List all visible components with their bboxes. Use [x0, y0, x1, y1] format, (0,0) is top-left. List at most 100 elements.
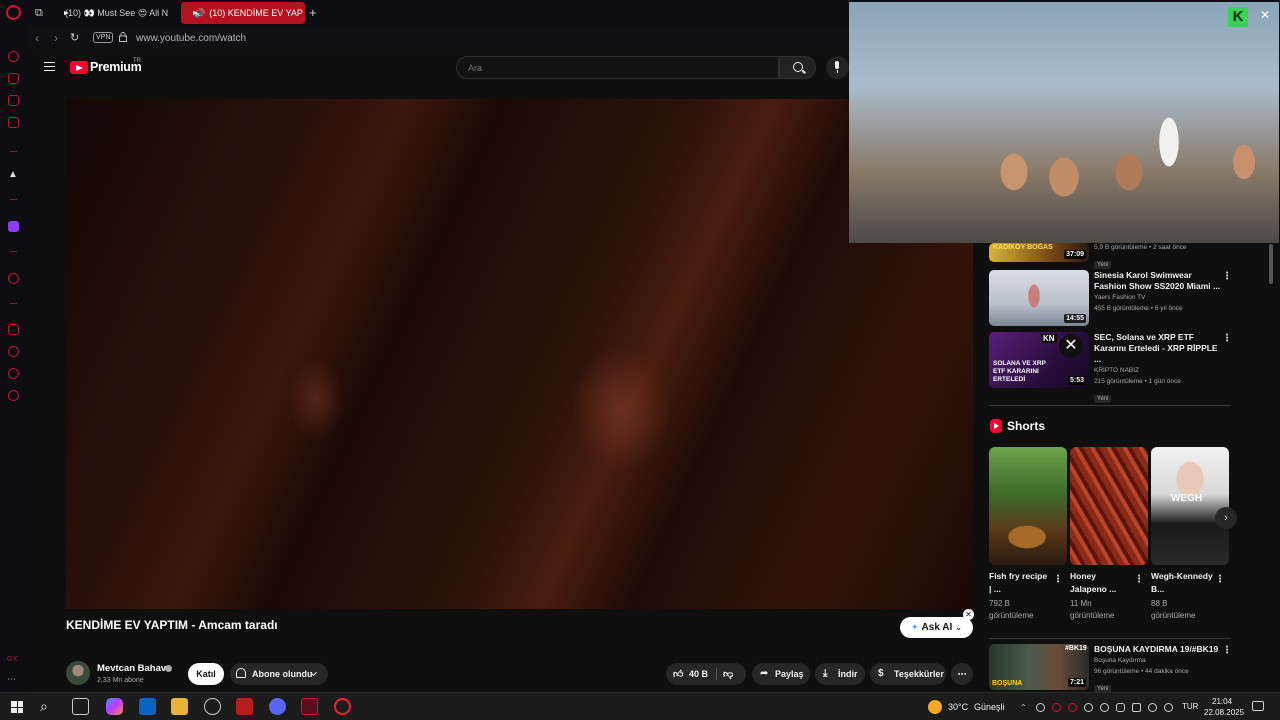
weather-desc[interactable]: Güneşli — [974, 702, 1005, 712]
recommendation-thumbnail[interactable]: 14:55 — [989, 270, 1089, 326]
recommendation-thumbnail[interactable]: KN ✕ SOLANA VE XRP ETF KARARINI ERTELEDİ… — [989, 332, 1089, 388]
opera-gx-icon[interactable] — [301, 698, 318, 715]
voice-search-icon[interactable] — [826, 56, 849, 79]
channel-avatar[interactable] — [66, 661, 90, 685]
outlook-icon[interactable] — [139, 698, 156, 715]
volume-icon[interactable] — [1164, 703, 1173, 712]
tray-icon[interactable] — [1036, 703, 1045, 712]
tab-island-icon[interactable]: ⧉ — [35, 7, 47, 19]
forward-icon[interactable]: › — [54, 31, 58, 45]
wifi-icon[interactable] — [1148, 703, 1157, 712]
weather-temp[interactable]: 30°C — [948, 702, 968, 712]
recommendation-thumbnail[interactable]: KADIKÖY BOĞAS 37:09 — [989, 243, 1089, 262]
opera-icon[interactable] — [334, 698, 351, 715]
bookmarks-icon[interactable] — [8, 324, 19, 335]
opera-menu-icon[interactable] — [6, 5, 21, 20]
recommendation-item[interactable]: 5,9 B görüntüleme • 2 saat önce Yeni — [1094, 242, 1224, 271]
short-title[interactable]: Honey Jalapeno ... — [1070, 570, 1132, 596]
reload-icon[interactable]: ↻ — [70, 31, 79, 44]
short-thumbnail[interactable] — [1070, 447, 1148, 565]
download-button[interactable]: ⤓ İndir — [815, 663, 865, 685]
like-count[interactable]: 40 B — [689, 669, 708, 679]
more-icon[interactable]: ⋯ — [7, 674, 16, 685]
more-options-icon[interactable]: ⋮ — [1222, 271, 1232, 282]
short-title[interactable]: Wegh-Kennedy B... — [1151, 570, 1213, 596]
copilot-icon[interactable] — [106, 698, 123, 715]
tray-icon[interactable] — [1100, 703, 1109, 712]
more-options-icon[interactable]: ⋮ — [1053, 574, 1063, 585]
more-options-icon[interactable]: ⋮ — [1222, 645, 1232, 656]
short-thumbnail[interactable]: WEGH — [1151, 447, 1229, 565]
chevron-up-icon[interactable]: ⌃ — [1020, 703, 1027, 712]
language-indicator[interactable]: TUR — [1182, 702, 1198, 711]
settings-icon[interactable] — [8, 390, 19, 401]
news-icon[interactable] — [8, 117, 19, 128]
twitch-icon[interactable] — [8, 221, 19, 232]
windows-start-icon[interactable] — [11, 701, 23, 713]
bag-icon[interactable] — [8, 73, 19, 84]
notification-icon[interactable] — [1252, 701, 1264, 711]
tab-kendime-ev-yaptim[interactable]: 🔊 (10) KENDİME EV YAP — [181, 2, 305, 24]
weather-icon[interactable] — [928, 700, 942, 714]
aria-icon[interactable]: ▲ — [8, 169, 18, 180]
picture-in-picture-video[interactable] — [849, 2, 1279, 243]
short-title[interactable]: Fish fry recipe | ... — [989, 570, 1051, 596]
lock-icon[interactable] — [119, 32, 127, 42]
sparkle-icon: ✦ — [910, 622, 919, 632]
ask-ai-button[interactable]: ✦ Ask AI ⌄ — [900, 617, 973, 638]
discord-icon[interactable] — [269, 698, 286, 715]
close-icon[interactable]: ✕ — [963, 609, 974, 620]
tray-icon[interactable] — [1084, 703, 1093, 712]
microphone-icon[interactable] — [1116, 703, 1125, 712]
thumbnail-text: KADIKÖY BOĞAS — [993, 244, 1053, 251]
chevron-right-icon[interactable]: › — [1215, 507, 1237, 529]
search-button[interactable] — [779, 56, 816, 79]
recommendation-item[interactable]: BOŞUNA KAYDIRMA 19/#BK19 Boşuna Kaydırma… — [1094, 644, 1224, 695]
like-icon[interactable]: 👍︎ — [673, 668, 683, 680]
speed-dial-icon[interactable] — [8, 51, 19, 62]
extensions-icon[interactable] — [8, 368, 19, 379]
region-code: TR — [133, 58, 141, 64]
tray-icon[interactable] — [1068, 703, 1077, 712]
app-icon[interactable] — [236, 698, 253, 715]
recommendation-channel: Yaers Fashion TV — [1094, 294, 1146, 301]
url-field[interactable]: www.youtube.com/watch — [136, 33, 246, 44]
new-tab-button[interactable]: + — [309, 5, 317, 20]
more-options-icon[interactable]: ⋮ — [1222, 333, 1232, 344]
vpn-badge[interactable]: VPN — [93, 32, 114, 43]
more-options-icon[interactable]: ⋮ — [1134, 574, 1144, 585]
recommendation-item[interactable]: SEC, Solana ve XRP ETF Kararını Erteledi… — [1094, 332, 1224, 405]
short-views: 88 B görüntüleme — [1151, 599, 1196, 620]
display-icon[interactable] — [1132, 703, 1141, 712]
menu-icon[interactable] — [44, 62, 55, 71]
app-icon[interactable] — [204, 698, 221, 715]
close-icon[interactable]: ✕ — [1260, 8, 1270, 22]
search-icon[interactable]: ⌕ — [40, 698, 48, 715]
file-explorer-icon[interactable] — [171, 698, 188, 715]
more-options-icon[interactable]: ⋮ — [1215, 574, 1225, 585]
thanks-button[interactable]: $ Teşekkürler — [870, 663, 946, 685]
recommendation-thumbnail[interactable]: #BK19 BOŞUNA 7:21 — [989, 644, 1089, 690]
clock-time[interactable]: 21:04 — [1212, 697, 1232, 706]
bell-icon — [236, 668, 246, 678]
recommendation-channel: KRİPTO NABIZ — [1094, 367, 1140, 374]
share-button[interactable]: ➦ Paylaş — [752, 663, 810, 685]
dislike-icon[interactable]: 👎︎ — [723, 668, 733, 680]
history-icon[interactable] — [8, 346, 19, 357]
task-view-icon[interactable] — [72, 698, 89, 715]
join-button[interactable]: Katıl — [188, 663, 224, 685]
youtube-logo-icon[interactable] — [70, 61, 88, 74]
search-input[interactable] — [456, 56, 779, 79]
tab-must-see[interactable]: (10) 👀 Must See 😍 All N — [52, 2, 174, 24]
recommendation-item[interactable]: Sinesia Karol Swimwear Fashion Show SS20… — [1094, 270, 1224, 314]
channel-name[interactable]: Mevtcan Bahav — [97, 663, 166, 674]
back-icon[interactable]: ‹ — [35, 31, 39, 45]
tray-icon[interactable] — [1052, 703, 1061, 712]
clock-date[interactable]: 22.08.2025 — [1204, 708, 1244, 717]
short-thumbnail[interactable] — [989, 447, 1067, 565]
more-actions-button[interactable]: ⋯ — [951, 663, 973, 685]
scrollbar[interactable] — [1269, 244, 1273, 284]
messenger-icon[interactable] — [8, 95, 19, 106]
player-icon[interactable] — [8, 273, 19, 284]
video-player[interactable] — [66, 99, 973, 609]
